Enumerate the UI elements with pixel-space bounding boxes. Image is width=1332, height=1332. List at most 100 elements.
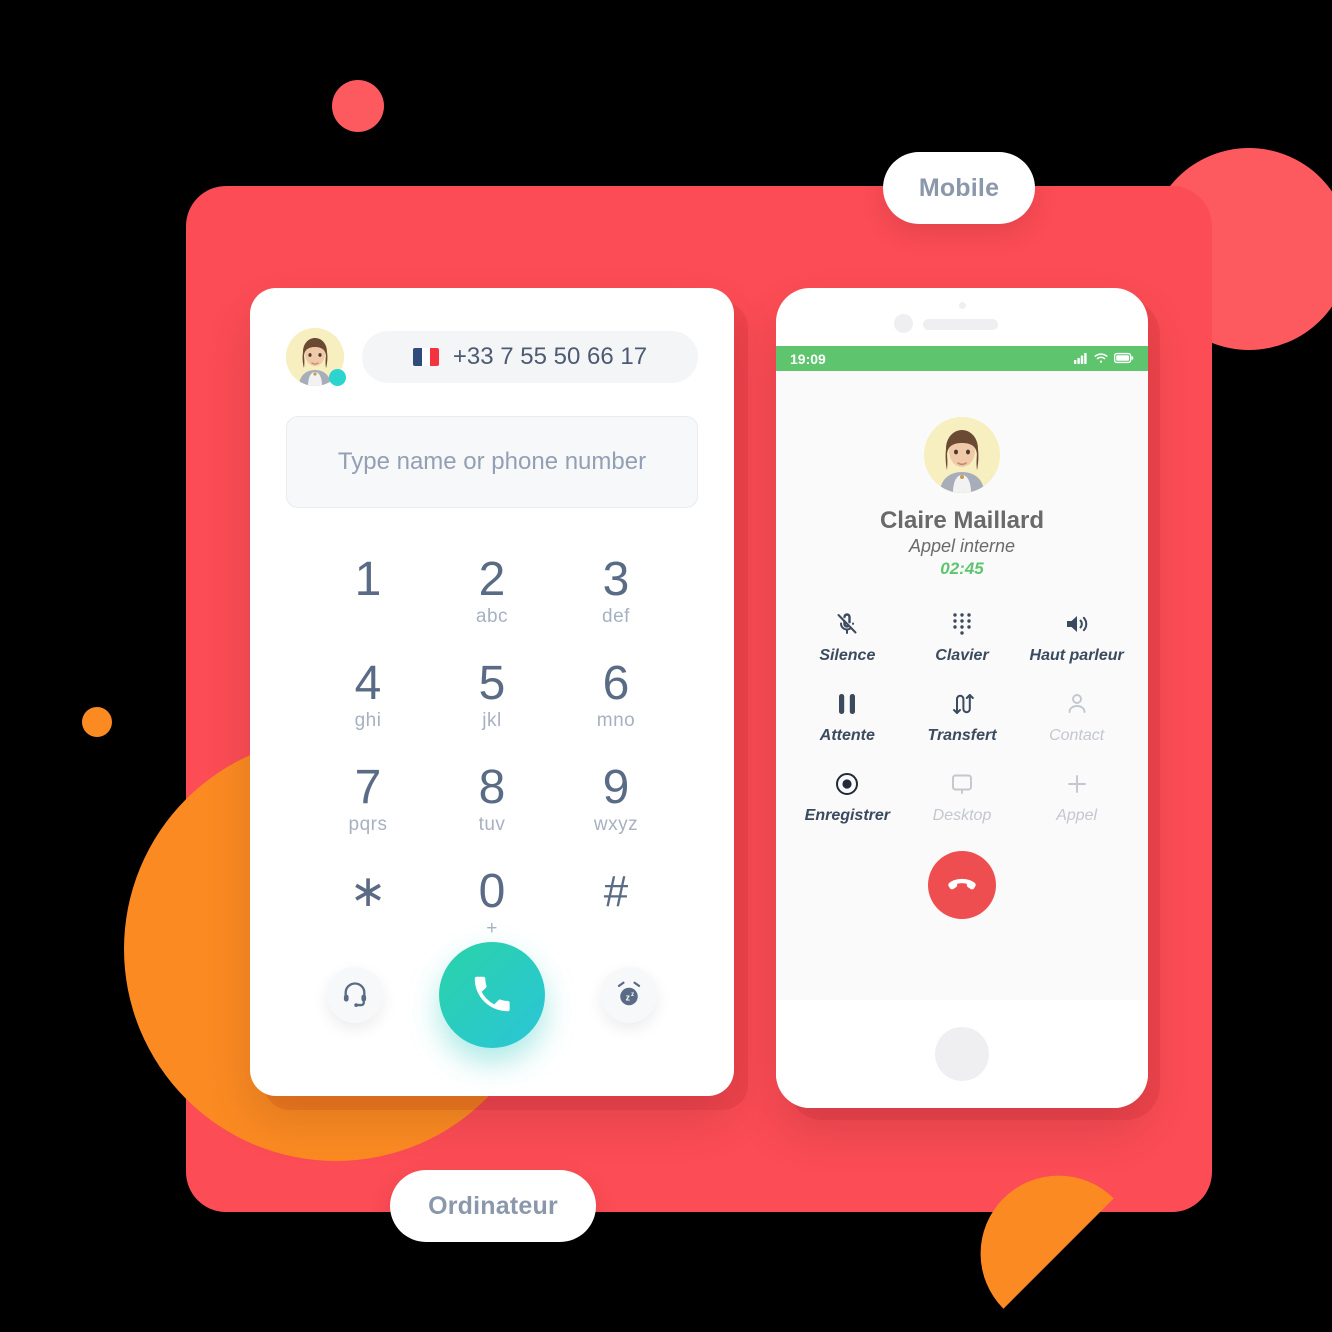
france-flag-icon [412,348,439,366]
control-transfert[interactable]: Transfert [905,691,1020,745]
hangup-button[interactable] [928,851,996,919]
presence-indicator [329,369,346,386]
control-attente-label: Attente [819,727,875,744]
call-screen: Claire Maillard Appel interne 02:45 Sile… [776,371,1148,1000]
dialpad-key-3[interactable]: 3 def [554,554,678,638]
dialpad-key-star[interactable]: ∗ [306,866,430,950]
dialpad-key-5[interactable]: 5 jkl [430,658,554,742]
dialpad-key-3-number: 3 [602,553,630,606]
dialpad-key-7-letters: pqrs [348,814,388,835]
camera-dot-icon [959,302,966,309]
search-input[interactable] [287,448,697,476]
control-clavier[interactable]: Clavier [905,611,1020,665]
monitor-icon [950,771,974,797]
control-desktop[interactable]: Desktop [905,771,1020,825]
decorative-red-dot [332,80,384,132]
pause-icon [836,691,858,717]
headset-button[interactable] [327,967,383,1023]
keypad-dots-icon [951,611,973,637]
dialpad-key-5-letters: jkl [482,710,502,731]
plus-icon [1065,771,1089,797]
control-contact-label: Contact [1049,727,1105,744]
dialpad-key-0[interactable]: 0 + [430,866,554,950]
dialpad: 1 2 abc 3 def 4 ghi 5 jkl 6 mno 7 pqrs 8… [306,554,678,950]
dialpad-key-7-number: 7 [354,761,382,814]
dialpad-key-6[interactable]: 6 mno [554,658,678,742]
control-silence-label: Silence [819,647,876,664]
callee-name: Claire Maillard [879,507,1045,534]
person-icon [1066,691,1088,717]
snooze-button[interactable]: z z [601,967,657,1023]
phone-card: 19:09 Claire Maillard Appel interne 02:4… [776,288,1148,1108]
dialpad-key-6-number: 6 [602,657,630,710]
status-icons [1074,351,1134,367]
dialpad-key-4[interactable]: 4 ghi [306,658,430,742]
signal-icon [1074,351,1088,367]
control-enregistrer-label: Enregistrer [804,807,891,824]
dialpad-key-2-number: 2 [478,553,506,606]
user-avatar-wrap [286,328,346,386]
dialpad-key-0-letters: + [486,918,498,939]
call-timer: 02:45 [940,559,984,578]
control-contact[interactable]: Contact [1019,691,1134,745]
phone-call-icon [469,971,515,1020]
connector-ordinateur [486,1100,500,1162]
control-attente[interactable]: Attente [790,691,905,745]
dialpad-key-0-number: 0 [478,865,506,918]
earpiece-speaker [923,319,998,330]
dialpad-key-7[interactable]: 7 pqrs [306,762,430,846]
microphone-muted-icon [835,611,859,637]
dialpad-key-5-number: 5 [478,657,506,710]
control-clavier-label: Clavier [935,647,989,664]
phone-number-display[interactable]: +33 7 55 50 66 17 [362,331,698,383]
decorative-orange-dot [82,707,112,737]
svg-text:z: z [626,992,631,1002]
label-ordinateur-text: Ordinateur [428,1191,558,1220]
call-button[interactable] [439,942,545,1048]
dialpad-key-hash[interactable]: # [554,866,678,950]
phone-notch [776,288,1148,346]
control-haut-parleur-label: Haut parleur [1029,647,1124,664]
dialpad-key-3-letters: def [602,606,630,627]
dialpad-key-8-letters: tuv [478,814,506,835]
label-mobile: Mobile [883,152,1035,224]
dialer-card: +33 7 55 50 66 17 1 2 abc 3 def 4 ghi [250,288,734,1096]
dialpad-key-6-letters: mno [596,710,636,731]
control-appel[interactable]: Appel [1019,771,1134,825]
call-controls: Silence Clavier Haut parleur Attente Tra… [776,611,1148,825]
front-camera-icon [894,314,913,333]
dialpad-key-8[interactable]: 8 tuv [430,762,554,846]
control-desktop-label: Desktop [932,807,992,824]
dialpad-key-1[interactable]: 1 [306,554,430,638]
illustration-stage: Mobile Ordinateur +33 7 55 50 66 17 Type… [0,0,1332,1332]
hangup-icon [945,867,979,904]
record-icon [835,771,859,797]
dialpad-key-1-number: 1 [354,553,382,606]
dialpad-key-8-number: 8 [478,761,506,814]
dialer-header: +33 7 55 50 66 17 [250,288,734,386]
dialpad-key-2[interactable]: 2 abc [430,554,554,638]
control-silence[interactable]: Silence [790,611,905,665]
control-enregistrer[interactable]: Enregistrer [790,771,905,825]
speaker-icon [1064,611,1090,637]
control-haut-parleur[interactable]: Haut parleur [1019,611,1134,665]
wifi-icon [1094,351,1108,367]
dialpad-key-4-number: 4 [354,657,382,710]
home-button[interactable] [935,1027,989,1081]
battery-icon [1113,351,1134,367]
dialpad-key-4-letters: ghi [354,710,382,731]
status-time: 19:09 [790,350,826,367]
dialer-actions: z z [250,942,734,1048]
dialpad-key-hash-number: # [603,867,629,916]
dialpad-key-star-number: ∗ [349,867,387,916]
dialpad-key-9-letters: wxyz [593,814,639,835]
search-box[interactable] [286,416,698,508]
dialpad-key-9[interactable]: 9 wxyz [554,762,678,846]
phone-number-text: +33 7 55 50 66 17 [452,343,648,370]
control-transfert-label: Transfert [927,727,997,744]
phone-home-area [776,1000,1148,1108]
status-bar: 19:09 [776,346,1148,371]
connector-middle [736,702,762,716]
dialpad-key-2-letters: abc [475,606,509,627]
dialpad-key-9-number: 9 [602,761,630,814]
